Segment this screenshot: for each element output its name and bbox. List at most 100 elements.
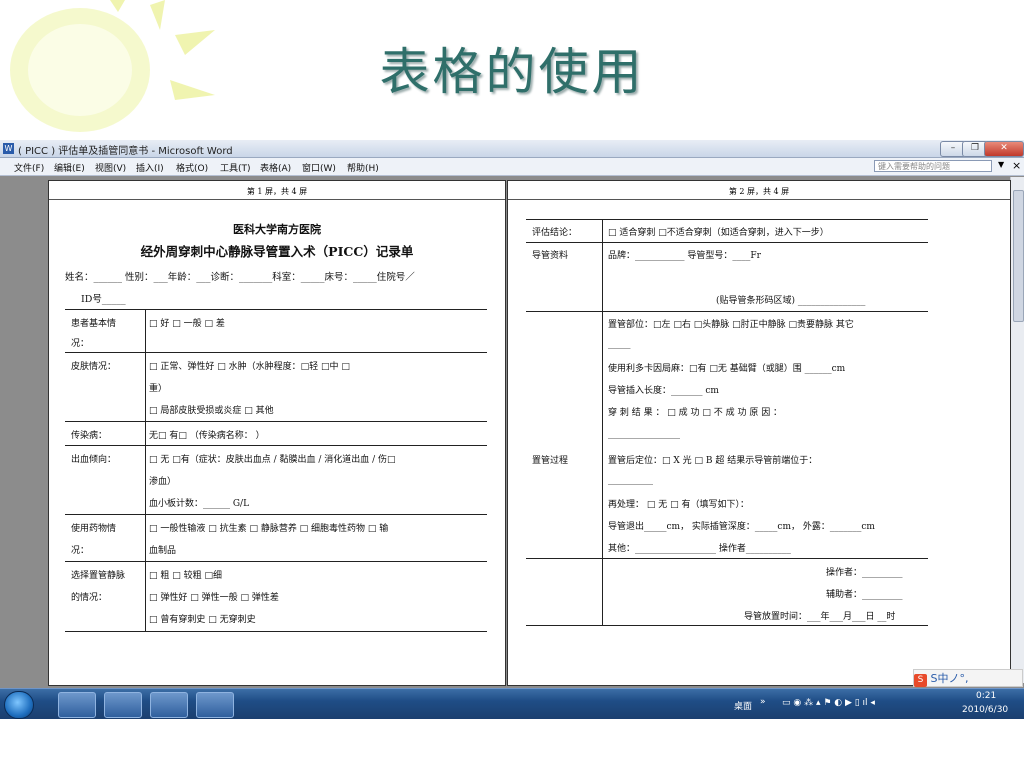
operator-signature: 操作者：_________ bbox=[826, 568, 903, 578]
header-divider bbox=[49, 199, 505, 200]
help-search-input[interactable]: 键入需要帮助的问题 bbox=[874, 160, 992, 172]
row-content: □ 弹性好 □ 弹性一般 □ 弹性差 bbox=[149, 593, 279, 603]
row-content: □ 一般性输液 □ 抗生素 □ 静脉营养 □ 细胞毒性药物 □ 输 bbox=[149, 524, 389, 534]
clock-date[interactable]: 2010/6/30 bbox=[962, 705, 1008, 715]
row-label: 评估结论： bbox=[532, 228, 578, 238]
taskbar: 桌面 » ▭ ◉ ⁂ ▴ ⚑ ◐ ▶ ▯ ıl ◂ 0:21 2010/6/30 bbox=[0, 688, 1024, 719]
placement-time: 导管放置时间：___年___月___日 __时 bbox=[744, 612, 896, 622]
hospital-name: 医科大学南方医院 bbox=[233, 223, 321, 236]
ie-taskbar-icon[interactable] bbox=[150, 692, 188, 718]
row-label: 使用药物情 bbox=[71, 524, 117, 534]
row-label: 况： bbox=[71, 546, 90, 556]
row-content: □ 局部皮肤受损或炎症 □ 其他 bbox=[149, 406, 274, 416]
ime-toolbar[interactable]: S S中ノ°, bbox=[913, 669, 1023, 687]
row-content: 重） bbox=[149, 384, 168, 394]
menu-view[interactable]: 视图(V) bbox=[95, 161, 126, 174]
close-button[interactable]: ✕ bbox=[984, 141, 1024, 157]
row-content: 导管插入长度：_______ cm bbox=[608, 386, 719, 396]
row-label: 况： bbox=[71, 339, 90, 349]
row-content: 无□ 有□ （传染病名称： ） bbox=[149, 431, 265, 441]
row-label: 置管过程 bbox=[532, 456, 569, 466]
menu-bar: 文件(F) 编辑(E) 视图(V) 插入(I) 格式(O) 工具(T) 表格(A… bbox=[0, 158, 1024, 176]
explorer-taskbar-icon[interactable] bbox=[58, 692, 96, 718]
row-content: 再处理： □ 无 □ 有（填写如下）： bbox=[608, 500, 749, 510]
row-content: □ 粗 □ 较粗 □细 bbox=[149, 571, 222, 581]
page-2-header: 第 2 屏，共 4 屏 bbox=[728, 187, 790, 196]
row-content: 渗血） bbox=[149, 477, 177, 487]
row-label: 出血倾向： bbox=[71, 455, 117, 465]
barcode-area-label: (贴导管条形码区域) _______________ bbox=[716, 296, 866, 306]
vertical-scrollbar[interactable] bbox=[1010, 177, 1024, 683]
menu-tools[interactable]: 工具(T) bbox=[220, 161, 251, 174]
sogou-icon[interactable]: S bbox=[914, 674, 927, 687]
scrollbar-thumb[interactable] bbox=[1013, 190, 1024, 322]
menu-insert[interactable]: 插入(I) bbox=[136, 161, 164, 174]
row-content: 血制品 bbox=[149, 546, 177, 556]
table-bottom-border bbox=[526, 625, 928, 626]
row-content: □ 正常、弹性好 □ 水肿（水肿程度：□轻 □中 □ bbox=[149, 362, 350, 372]
row-content: 血小板计数：______ G/L bbox=[149, 499, 250, 509]
row-content: □ 适合穿刺 □不适合穿刺（如适合穿刺，进入下一步） bbox=[608, 228, 829, 238]
ime-status[interactable]: S中ノ°, bbox=[931, 672, 969, 685]
row-content: 置管部位：□左 □右 □头静脉 □肘正中静脉 □贵要静脉 其它 bbox=[608, 320, 854, 330]
row-content: __________ bbox=[608, 475, 653, 485]
patient-info-line: 姓名：______ 性别：___年龄：___诊断：_______科室：_____… bbox=[65, 272, 415, 283]
menu-help[interactable]: 帮助(H) bbox=[347, 161, 379, 174]
row-divider bbox=[65, 352, 487, 353]
row-divider bbox=[65, 421, 487, 422]
row-label: 导管资料 bbox=[532, 251, 569, 261]
desktop-toolbar[interactable]: 桌面 bbox=[734, 699, 752, 712]
row-content: 置管后定位：□ X 光 □ B 超 结果示导管前端位于： bbox=[608, 456, 818, 466]
row-content: 使用利多卡因局麻：□有 □无 基础臂（或腿）围 ______cm bbox=[608, 364, 846, 374]
row-divider bbox=[65, 514, 487, 515]
document-close-icon[interactable]: × bbox=[1012, 159, 1021, 172]
row-content: 导管退出_____cm， 实际插管深度：_____cm， 外露：_______c… bbox=[608, 522, 875, 532]
patient-id-line: ID号_____ bbox=[81, 294, 126, 305]
tray-icons[interactable]: ▭ ◉ ⁂ ▴ ⚑ ◐ ▶ ▯ ıl ◂ bbox=[782, 698, 875, 708]
table-column-divider bbox=[145, 309, 146, 631]
row-label: 皮肤情况： bbox=[71, 362, 117, 372]
table-bottom-border bbox=[65, 631, 487, 632]
table-top-border bbox=[526, 219, 928, 220]
row-content: _____ bbox=[608, 339, 631, 349]
menu-table[interactable]: 表格(A) bbox=[260, 161, 291, 174]
window-titlebar[interactable]: W ( PICC ) 评估单及插管同意书 - Microsoft Word – … bbox=[0, 140, 1024, 158]
word-app-icon[interactable]: W bbox=[3, 143, 14, 154]
row-label: 患者基本情 bbox=[71, 319, 117, 329]
row-divider bbox=[526, 311, 928, 312]
window-title: ( PICC ) 评估单及插管同意书 - Microsoft Word bbox=[18, 146, 233, 157]
row-content: 其他：__________________ 操作者__________ bbox=[608, 544, 791, 554]
menu-format[interactable]: 格式(O) bbox=[176, 161, 208, 174]
row-content: 穿 刺 结 果 ： □ 成 功 □ 不 成 功 原 因 ： bbox=[608, 408, 783, 418]
row-content: 品牌：___________ 导管型号：____Fr bbox=[608, 251, 761, 261]
start-button[interactable] bbox=[4, 691, 34, 719]
row-label: 传染病： bbox=[71, 431, 108, 441]
row-divider bbox=[65, 445, 487, 446]
help-dropdown-icon[interactable]: ▼ bbox=[998, 160, 1004, 169]
row-label: 选择置管静脉 bbox=[71, 571, 126, 581]
assistant-signature: 辅助者：_________ bbox=[826, 590, 903, 600]
slide-title: 表格的使用 bbox=[379, 43, 645, 101]
clock-time[interactable]: 0:21 bbox=[976, 691, 996, 701]
row-divider bbox=[526, 242, 928, 243]
row-divider bbox=[526, 558, 928, 559]
document-page-2: 第 2 屏，共 4 屏 评估结论： □ 适合穿刺 □不适合穿刺（如适合穿刺，进入… bbox=[507, 180, 1011, 686]
row-content: □ 曾有穿刺史 □ 无穿刺史 bbox=[149, 615, 256, 625]
powerpoint-taskbar-icon[interactable] bbox=[104, 692, 142, 718]
row-label: 的情况： bbox=[71, 593, 108, 603]
row-content: □ 好 □ 一般 □ 差 bbox=[149, 319, 225, 329]
page-1-header: 第 1 屏，共 4 屏 bbox=[246, 187, 308, 196]
row-divider bbox=[65, 561, 487, 562]
toolbar-expand-icon[interactable]: » bbox=[760, 697, 766, 707]
slide: { "slide": {"title": "表格的使用"}, "window":… bbox=[0, 0, 1024, 768]
row-content: □ 无 □有（症状：皮肤出血点 / 黏膜出血 / 消化道出血 / 伤□ bbox=[149, 455, 396, 465]
menu-window[interactable]: 窗口(W) bbox=[302, 161, 336, 174]
word-taskbar-icon[interactable] bbox=[196, 692, 234, 718]
menu-edit[interactable]: 编辑(E) bbox=[54, 161, 85, 174]
menu-file[interactable]: 文件(F) bbox=[14, 161, 44, 174]
document-page-1: 第 1 屏，共 4 屏 医科大学南方医院 经外周穿刺中心静脉导管置入术（PICC… bbox=[48, 180, 506, 686]
table-top-border bbox=[65, 309, 487, 310]
header-divider bbox=[508, 199, 1010, 200]
form-title: 经外周穿刺中心静脉导管置入术（PICC）记录单 bbox=[140, 244, 414, 259]
row-content: ________________ bbox=[608, 429, 680, 439]
